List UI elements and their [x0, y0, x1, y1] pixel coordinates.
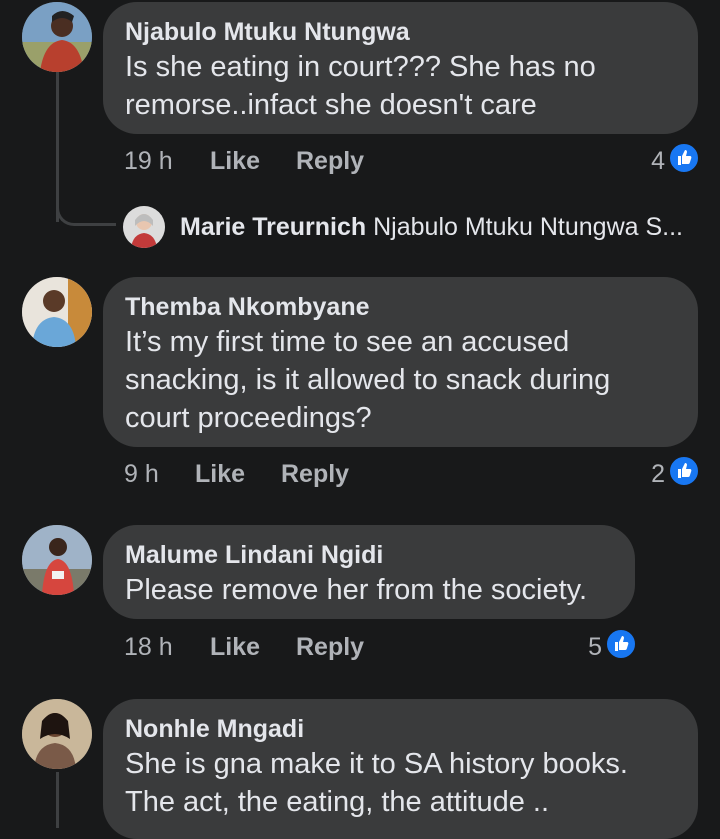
like-reaction-icon[interactable] — [605, 628, 637, 660]
comment-timestamp[interactable]: 18 h — [124, 633, 173, 662]
comment-bubble: Malume Lindani Ngidi Please remove her f… — [103, 525, 635, 619]
avatar[interactable] — [22, 525, 92, 595]
comment-text: Is she eating in court??? She has no rem… — [125, 51, 596, 121]
like-button[interactable]: Like — [195, 460, 245, 489]
comment-author[interactable]: Nonhle Mngadi — [125, 713, 676, 745]
comment-bubble: Nonhle Mngadi She is gna make it to SA h… — [103, 699, 698, 839]
reaction-count[interactable]: 5 — [562, 633, 602, 662]
like-button[interactable]: Like — [210, 147, 260, 176]
reply-button[interactable]: Reply — [281, 460, 349, 489]
like-button[interactable]: Like — [210, 633, 260, 662]
comment-text: Please remove her from the society. — [125, 574, 588, 606]
comment-author[interactable]: Njabulo Mtuku Ntungwa — [125, 16, 676, 48]
reply-button[interactable]: Reply — [296, 633, 364, 662]
comment-text: It’s my first time to see an accused sna… — [125, 326, 611, 434]
reply-button[interactable]: Reply — [296, 147, 364, 176]
reply-preview[interactable]: Marie Treurnich Njabulo Mtuku Ntungwa S.… — [180, 213, 683, 242]
reaction-count[interactable]: 2 — [625, 460, 665, 489]
comment-bubble: Themba Nkombyane It’s my first time to s… — [103, 277, 698, 447]
comment-author[interactable]: Themba Nkombyane — [125, 291, 676, 323]
avatar[interactable] — [22, 2, 92, 72]
reply-avatar[interactable] — [123, 206, 165, 248]
avatar[interactable] — [22, 699, 92, 769]
avatar[interactable] — [22, 277, 92, 347]
like-reaction-icon[interactable] — [668, 455, 700, 487]
like-reaction-icon[interactable] — [668, 142, 700, 174]
comment-bubble: Njabulo Mtuku Ntungwa Is she eating in c… — [103, 2, 698, 134]
thread-connector-curve — [56, 196, 116, 226]
reply-preview-text: Njabulo Mtuku Ntungwa S... — [373, 213, 684, 241]
comment-author[interactable]: Malume Lindani Ngidi — [125, 539, 613, 571]
comment-text: She is gna make it to SA history books. … — [125, 748, 628, 818]
reply-author[interactable]: Marie Treurnich — [180, 213, 366, 241]
comment-timestamp[interactable]: 9 h — [124, 460, 159, 489]
comment-timestamp[interactable]: 19 h — [124, 147, 173, 176]
reaction-count[interactable]: 4 — [625, 147, 665, 176]
thread-connector — [56, 772, 59, 828]
